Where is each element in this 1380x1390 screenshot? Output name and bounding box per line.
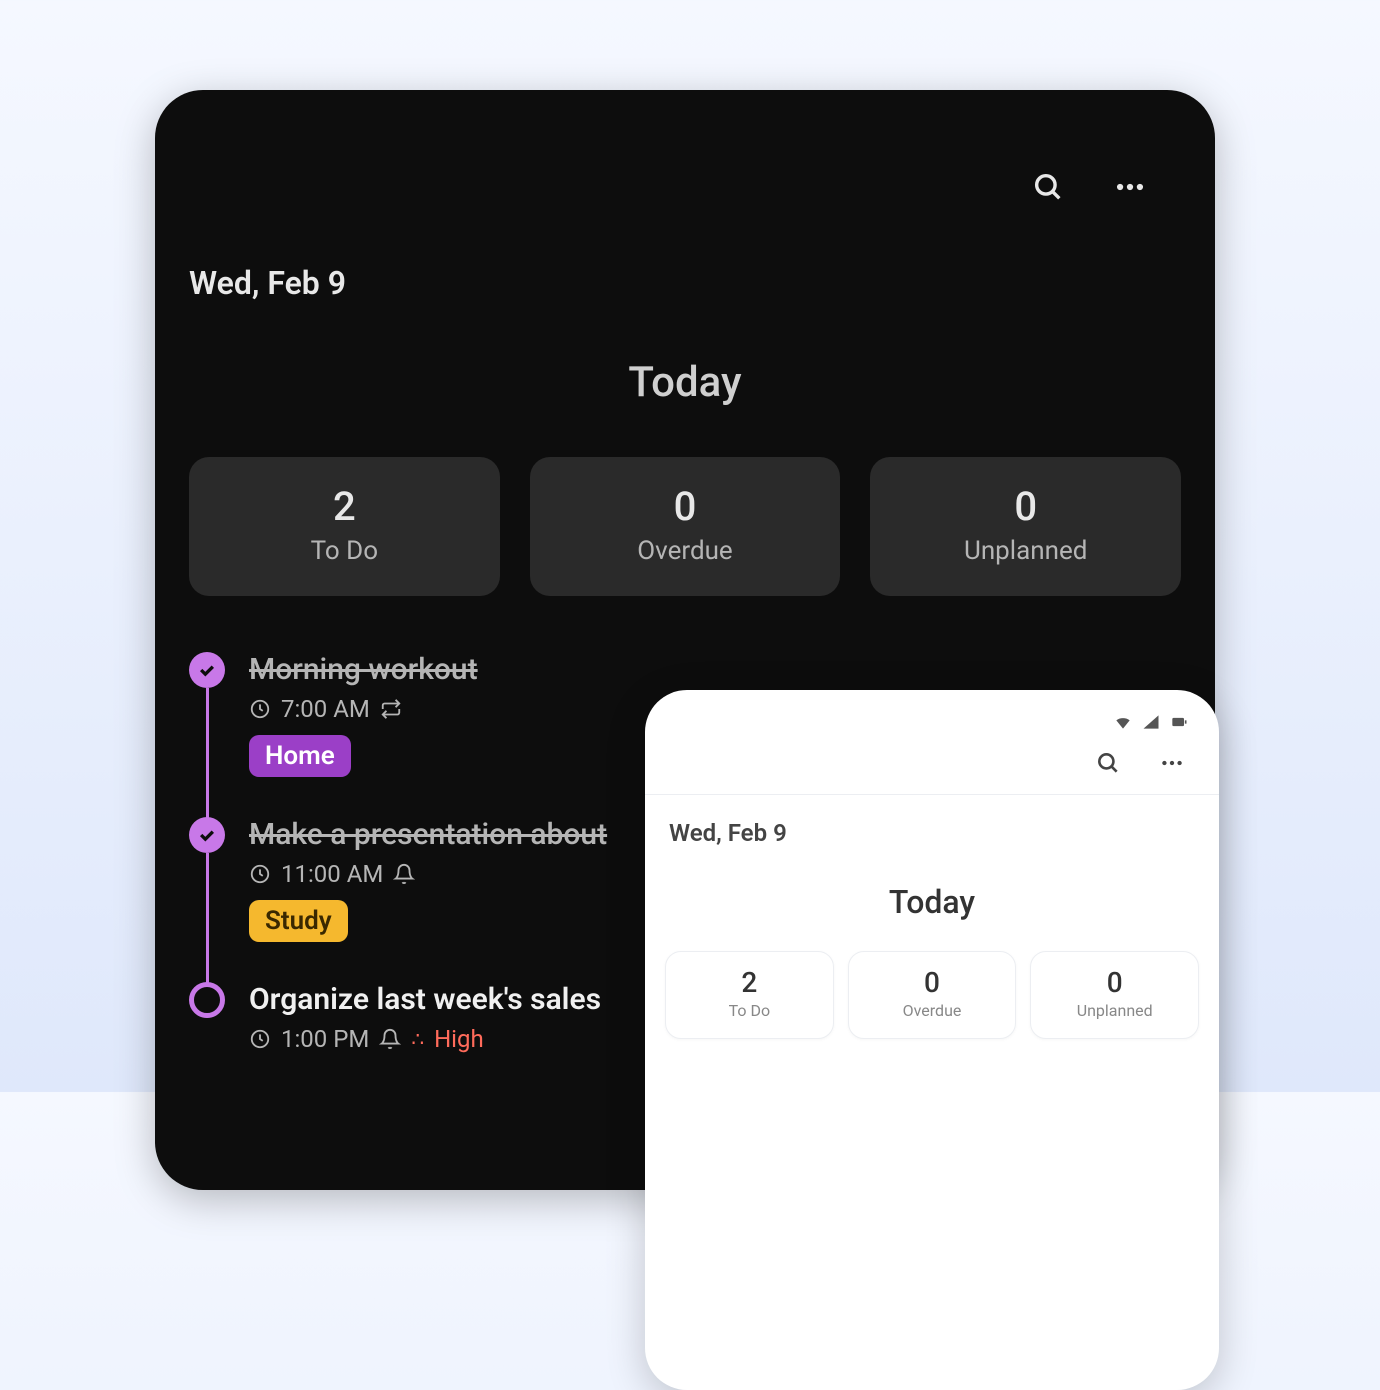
stat-unplanned[interactable]: 0 Unplanned — [870, 457, 1181, 596]
current-date: Wed, Feb 9 — [645, 795, 1219, 847]
light-topbar — [645, 742, 1219, 795]
stat-unplanned[interactable]: 0 Unplanned — [1030, 951, 1199, 1039]
repeat-icon — [380, 698, 402, 720]
stats-row: 2 To Do 0 Overdue 0 Unplanned — [155, 457, 1215, 596]
current-date: Wed, Feb 9 — [155, 264, 1215, 302]
stat-overdue[interactable]: 0 Overdue — [848, 951, 1017, 1039]
clock-icon — [249, 698, 271, 720]
stat-label: Overdue — [849, 1001, 1016, 1020]
stat-label: Unplanned — [1031, 1001, 1198, 1020]
stat-todo[interactable]: 2 To Do — [665, 951, 834, 1039]
stat-overdue[interactable]: 0 Overdue — [530, 457, 841, 596]
timeline-connector — [206, 688, 209, 821]
stat-value: 2 — [666, 966, 833, 999]
stat-value: 2 — [189, 483, 500, 530]
task-time: 1:00 PM — [281, 1025, 369, 1053]
stat-label: To Do — [666, 1001, 833, 1020]
priority-dots-icon: ∴ — [411, 1027, 424, 1051]
search-icon[interactable] — [1095, 750, 1121, 776]
light-device-frame: Wed, Feb 9 Today 2 To Do 0 Overdue 0 Unp… — [645, 690, 1219, 1390]
more-icon[interactable] — [1113, 170, 1147, 204]
checkmark-circle-icon[interactable] — [189, 817, 225, 853]
stat-label: Overdue — [530, 536, 841, 566]
battery-icon — [1169, 712, 1189, 732]
checkmark-circle-icon[interactable] — [189, 652, 225, 688]
bell-icon — [379, 1028, 401, 1050]
stat-value: 0 — [849, 966, 1016, 999]
stats-row: 2 To Do 0 Overdue 0 Unplanned — [645, 951, 1219, 1039]
task-time: 11:00 AM — [281, 860, 383, 888]
clock-icon — [249, 1028, 271, 1050]
task-tag[interactable]: Home — [249, 735, 351, 777]
page-title: Today — [155, 358, 1215, 407]
more-icon[interactable] — [1159, 750, 1185, 776]
stat-label: Unplanned — [870, 536, 1181, 566]
stat-todo[interactable]: 2 To Do — [189, 457, 500, 596]
task-title: Morning workout — [249, 652, 1215, 687]
clock-icon — [249, 863, 271, 885]
status-bar — [645, 690, 1219, 742]
task-tag[interactable]: Study — [249, 900, 348, 942]
stat-value: 0 — [530, 483, 841, 530]
wifi-icon — [1113, 712, 1133, 732]
page-title: Today — [645, 883, 1219, 921]
stat-label: To Do — [189, 536, 500, 566]
task-time: 7:00 AM — [281, 695, 370, 723]
priority-label: High — [434, 1025, 484, 1053]
empty-circle-icon[interactable] — [189, 982, 225, 1018]
timeline-connector — [206, 853, 209, 986]
stat-value: 0 — [1031, 966, 1198, 999]
signal-icon — [1141, 712, 1161, 732]
bell-icon — [393, 863, 415, 885]
stat-value: 0 — [870, 483, 1181, 530]
search-icon[interactable] — [1031, 170, 1065, 204]
dark-topbar — [155, 130, 1215, 234]
